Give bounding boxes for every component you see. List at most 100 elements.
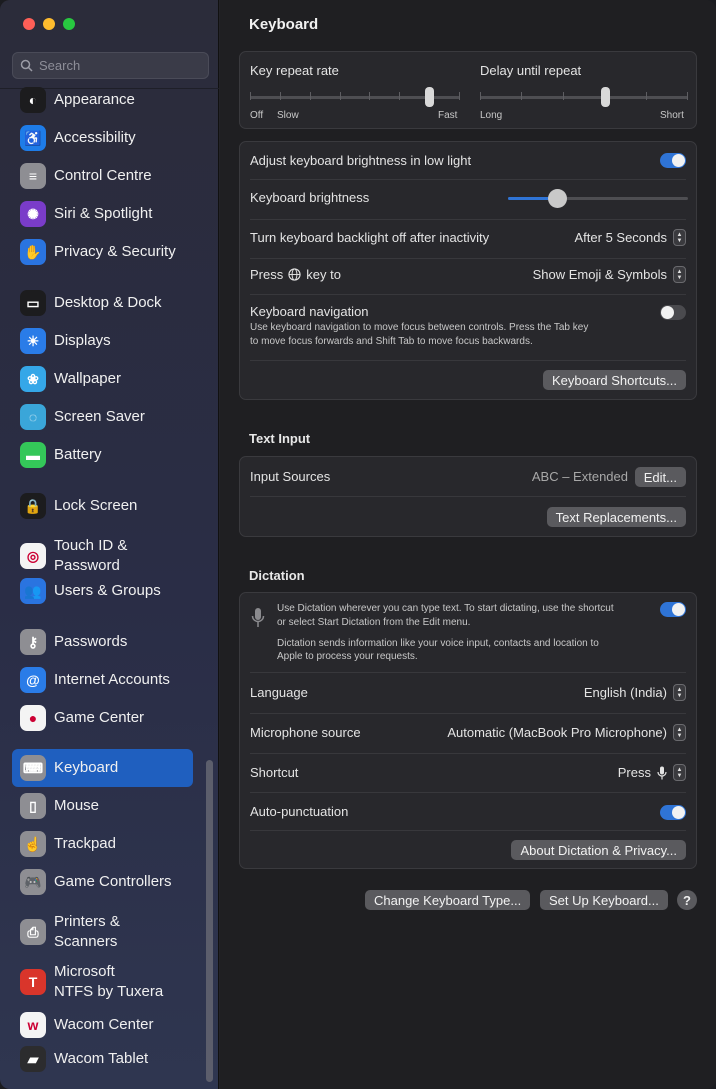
search-input[interactable] — [39, 58, 189, 73]
sidebar-item-keyboard[interactable]: ⌨ Keyboard — [12, 749, 193, 787]
delay-repeat-slider[interactable] — [600, 87, 610, 107]
change-keyboard-type-button[interactable]: Change Keyboard Type... — [365, 890, 531, 910]
search-field[interactable] — [12, 52, 209, 79]
stepper-icon: ▲ ▼ — [673, 229, 686, 246]
edit-input-sources-button[interactable]: Edit... — [634, 467, 686, 487]
sidebar-item-label-line-1: Wallpaper — [54, 370, 121, 387]
keyboard-navigation-toggle[interactable] — [660, 305, 686, 320]
accessibility-icon: ♿ — [20, 125, 46, 151]
sidebar-item-label: Desktop & Dock — [54, 293, 162, 313]
sidebar-item-label: Users & Groups — [54, 581, 161, 601]
microphone-source-popup[interactable]: Automatic (MacBook Pro Microphone) ▲ ▼ — [447, 724, 686, 741]
sidebar-item-displays[interactable]: ☀ Displays — [12, 328, 193, 354]
keyboard-navigation-label: Keyboard navigation — [250, 304, 369, 319]
close-button[interactable] — [23, 18, 35, 30]
language-popup[interactable]: English (India) ▲ ▼ — [584, 684, 686, 701]
sidebar-item-microsoft[interactable]: T Microsoft NTFS by Tuxera — [12, 962, 193, 1002]
sun-icon: ☀ — [20, 328, 46, 354]
gamepad-icon: 🎮 — [20, 869, 46, 895]
sidebar: ◐ Appearance ♿ Accessibility ≡ Control Centre… — [0, 0, 219, 1089]
sidebar-item-label: Accessibility — [54, 128, 136, 148]
sidebar-item-label-line-1: Touch ID & — [54, 537, 128, 554]
sidebar-item-label: Trackpad — [54, 834, 116, 854]
sidebar-item-game-controllers[interactable]: 🎮 Game Controllers — [12, 869, 193, 895]
sidebar-item-label: Game Controllers — [54, 872, 172, 892]
minimize-button[interactable] — [43, 18, 55, 30]
sidebar-item-label: Control Centre — [54, 166, 152, 186]
brightness-slider[interactable] — [547, 189, 567, 208]
sidebar-item-accessibility[interactable]: ♿ Accessibility — [12, 125, 193, 151]
sidebar-item-trackpad[interactable]: ☝ Trackpad — [12, 831, 193, 857]
sidebar-item-label-line-1: Microsoft — [54, 963, 115, 980]
sidebar-item-label: Printers & Scanners — [54, 912, 120, 952]
sidebar-item-label-line-1: Printers & — [54, 913, 120, 930]
sidebar-item-label: Wacom Tablet — [54, 1049, 148, 1069]
row-divider — [250, 219, 686, 220]
sidebar-item-appearance[interactable]: ◐ Appearance — [12, 87, 193, 113]
sidebar-item-label-line-2: Scanners — [54, 933, 118, 950]
sidebar-item-label: Game Center — [54, 708, 144, 728]
press-key-popup[interactable]: Show Emoji & Symbols ▲ ▼ — [533, 266, 686, 283]
sidebar-item-touch-id[interactable]: ◎ Touch ID & Password — [12, 536, 193, 576]
sidebar-item-label: Microsoft NTFS by Tuxera — [54, 962, 163, 1002]
slider-tick — [687, 92, 688, 100]
sidebar-item-users-groups[interactable]: 👥 Users & Groups — [12, 578, 193, 604]
adjust-brightness-toggle[interactable] — [660, 153, 686, 168]
sidebar-item-desktop-dock[interactable]: ▭ Desktop & Dock — [12, 290, 193, 316]
sidebar-item-label-line-1: Users & Groups — [54, 582, 161, 599]
about-dictation-button[interactable]: About Dictation & Privacy... — [511, 840, 686, 860]
key-to-text: key to — [306, 267, 341, 282]
appearance-icon: ◐ — [20, 87, 46, 113]
auto-punctuation-toggle[interactable] — [660, 805, 686, 820]
sidebar-scrollbar[interactable] — [206, 760, 213, 1082]
sidebar-item-label: Appearance — [54, 90, 135, 110]
help-button[interactable]: ? — [677, 890, 697, 910]
language-value: English (India) — [583, 685, 667, 700]
dictation-toggle[interactable] — [660, 602, 686, 617]
sidebar-item-wallpaper[interactable]: ❀ Wallpaper — [12, 366, 193, 392]
wallpaper-icon: ❀ — [20, 366, 46, 392]
sidebar-item-battery[interactable]: ▬ Battery — [12, 442, 193, 468]
sidebar-item-wacom-tablet[interactable]: ▰ Wacom Tablet — [12, 1046, 193, 1072]
zoom-button[interactable] — [63, 18, 75, 30]
sidebar-item-label-line-1: Keyboard — [54, 759, 119, 776]
dock-icon: ▭ — [20, 290, 46, 316]
mouse-icon: ▯ — [20, 793, 46, 819]
sidebar-item-wacom-center[interactable]: w Wacom Center — [12, 1012, 193, 1038]
delay-repeat-ticks — [480, 92, 688, 101]
sidebar-item-lock-screen[interactable]: 🔒 Lock Screen — [12, 493, 193, 519]
sidebar-item-control-centre[interactable]: ≡ Control Centre — [12, 163, 193, 189]
row-divider — [250, 294, 686, 295]
set-up-keyboard-button[interactable]: Set Up Keyboard... — [540, 890, 668, 910]
sidebar-item-privacy-security[interactable]: ✋ Privacy & Security — [12, 239, 193, 265]
press-text: Press — [250, 267, 284, 282]
sidebar-item-label: Touch ID & Password — [54, 536, 127, 576]
sidebar-item-passwords[interactable]: ⚷ Passwords — [12, 629, 193, 655]
sidebar-item-screen-saver[interactable]: ◌ Screen Saver — [12, 404, 193, 430]
backlight-off-popup[interactable]: After 5 Seconds ▲ ▼ — [575, 229, 686, 246]
text-replacements-button[interactable]: Text Replacements... — [546, 507, 686, 527]
users-icon: 👥 — [20, 578, 46, 604]
key-repeat-slider[interactable] — [424, 87, 434, 107]
siri-icon: ✺ — [20, 201, 46, 227]
stepper-icon: ▲ ▼ — [673, 266, 686, 283]
sidebar-item-internet-accounts[interactable]: @ Internet Accounts — [12, 667, 193, 693]
backlight-off-label: Turn keyboard backlight off after inacti… — [250, 230, 490, 245]
language-label: Language — [250, 685, 308, 700]
microphone-icon — [251, 608, 265, 627]
window-controls — [23, 18, 75, 30]
sidebar-item-label-line-1: Wacom Tablet — [54, 1050, 149, 1067]
sidebar-item-siri-spotlight[interactable]: ✺ Siri & Spotlight — [12, 201, 193, 227]
keyboard-brightness-label: Keyboard brightness — [250, 190, 370, 205]
slider-tick — [459, 92, 460, 100]
battery-icon: ▬ — [20, 442, 46, 468]
shortcut-label: Shortcut — [250, 765, 299, 780]
sidebar-item-game-center[interactable]: ● Game Center — [12, 705, 193, 731]
sidebar-item-label-line-1: Internet Accounts — [54, 671, 170, 688]
sidebar-item-mouse[interactable]: ▯ Mouse — [12, 793, 193, 819]
keyboard-shortcuts-button[interactable]: Keyboard Shortcuts... — [542, 370, 686, 390]
sidebar-item-label-line-1: Mouse — [54, 797, 100, 814]
sidebar-item-label-line-1: Displays — [54, 332, 111, 349]
sidebar-item-printers[interactable]: ⎙ Printers & Scanners — [12, 912, 193, 952]
shortcut-popup[interactable]: Press ▲ ▼ — [618, 764, 686, 781]
